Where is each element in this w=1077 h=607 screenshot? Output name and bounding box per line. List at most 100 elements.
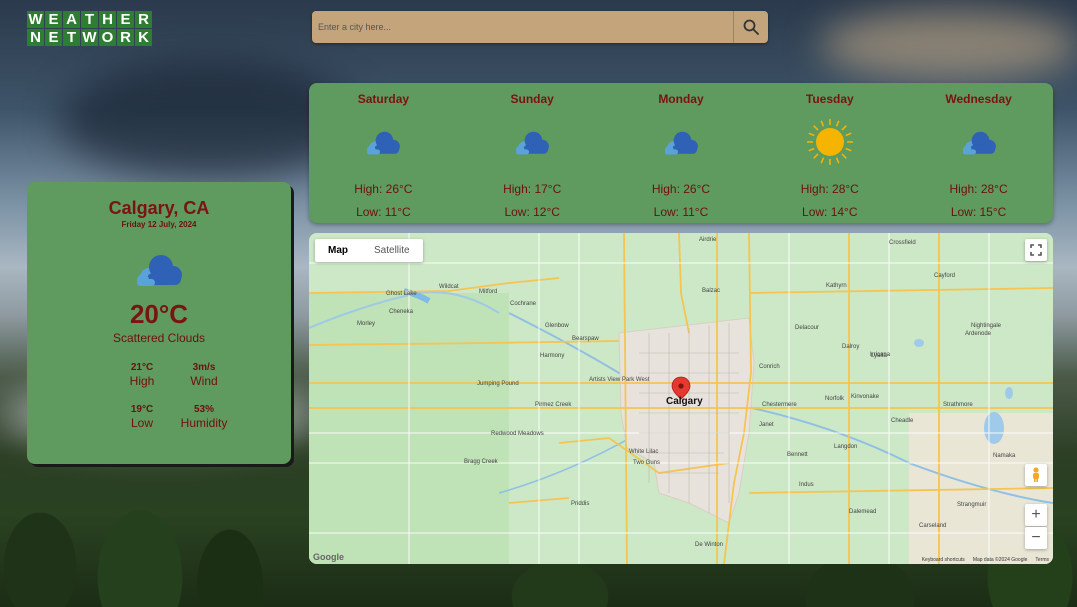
current-temperature: 20°C <box>129 299 189 329</box>
map-town-label: White Lilac <box>629 449 659 455</box>
forecast-low: Low: 11°C <box>653 205 709 219</box>
map-town-label: Redwood Meadows <box>491 431 544 437</box>
forecast-day-name: Tuesday <box>805 92 854 106</box>
zoom-out-button[interactable]: − <box>1025 527 1047 549</box>
map-town-label: Cayford <box>934 273 956 279</box>
forecast-day-name: Sunday <box>510 92 554 106</box>
terms-link[interactable]: Terms <box>1035 557 1049 563</box>
map-town-label: Bearspaw <box>572 336 599 342</box>
google-logo[interactable]: Google <box>313 552 344 562</box>
map-type-satellite-button[interactable]: Satellite <box>361 239 423 262</box>
high-label: High <box>129 374 155 388</box>
logo-letter: W <box>81 29 98 46</box>
map-town-label: Mitford <box>479 289 498 295</box>
fullscreen-icon <box>1030 244 1042 256</box>
forecast-day: Monday High: 26°C Low: 11°C <box>621 83 741 223</box>
wind-label: Wind <box>190 374 218 388</box>
map-type-map-button[interactable]: Map <box>315 239 361 262</box>
cloud-icon <box>472 120 592 164</box>
map-town-label: Kinvonake <box>851 394 880 400</box>
current-weather-card: Calgary, CA Friday 12 July, 2024 20°C Sc… <box>27 182 291 464</box>
city-name: Calgary, CA <box>108 198 210 218</box>
map-town-label: Two Guns <box>633 460 661 466</box>
zoom-in-button[interactable]: + <box>1025 504 1047 526</box>
forecast-day-name: Saturday <box>357 92 410 106</box>
map-view[interactable]: Calgary Airdrie Crossfield Cayford Ghost La… <box>309 233 1053 564</box>
forecast-low: Low: 15°C <box>950 205 1007 219</box>
cloud-icon <box>323 120 443 164</box>
forecast-day: Wednesday High: 28°C Low: 15°C <box>919 83 1039 223</box>
low-stat: 19°C Low <box>111 404 173 430</box>
logo-letter: E <box>45 11 62 28</box>
map-town-label: Dalroy <box>842 344 860 350</box>
keyboard-shortcuts-link[interactable]: Keyboard shortcuts <box>922 557 965 563</box>
logo-letter: T <box>81 11 98 28</box>
map-town-label: Ghost Lake <box>386 291 417 297</box>
map-town-label: Strathmore <box>943 402 973 408</box>
forecast-day: Tuesday High: 28°C Low: 14°C <box>770 83 890 223</box>
logo-letter: K <box>135 29 152 46</box>
fullscreen-button[interactable] <box>1025 239 1047 261</box>
map-town-label: Janet <box>759 422 774 428</box>
map-town-label: Namaka <box>993 453 1016 459</box>
map-town-label: Cheadle <box>891 418 914 424</box>
map-town-label: Pirmez Creek <box>535 402 572 408</box>
city-search-input[interactable] <box>312 11 733 43</box>
map-town-label: Ardenode <box>965 331 992 337</box>
cloud-decoration <box>820 10 1077 80</box>
search-bar <box>312 11 768 43</box>
map-town-label: Morley <box>357 321 376 327</box>
logo-letter: T <box>63 29 80 46</box>
forecast-day-name: Wednesday <box>945 92 1012 106</box>
logo-letter: O <box>99 29 116 46</box>
map-town-label: Kathyrn <box>826 283 847 289</box>
map-footer: Keyboard shortcuts Map data ©2024 Google… <box>922 557 1049 563</box>
map-type-control: Map Satellite <box>315 239 423 262</box>
map-town-label: Indus <box>799 482 814 488</box>
cloud-icon <box>919 120 1039 164</box>
map-town-label: Balzac <box>702 288 721 294</box>
humidity-stat: 53% Humidity <box>173 404 235 430</box>
search-icon <box>743 19 759 35</box>
map-town-label: Lyalta <box>871 353 887 359</box>
map-town-label: Glenbow <box>545 323 569 329</box>
map-town-label: Langdon <box>834 444 858 450</box>
forecast-high: High: 28°C <box>949 182 1008 196</box>
map-town-label: Delacour <box>795 325 820 331</box>
cloud-icon <box>129 249 189 289</box>
map-town-label: De Winton <box>695 542 724 548</box>
map-town-label: Conrich <box>759 364 780 370</box>
forecast-low: Low: 12°C <box>504 205 560 219</box>
forecast-panel: Saturday High: 26°C Low: 11°C Sunday High: 1… <box>309 83 1053 223</box>
weather-network-logo[interactable]: WEATHERNETWORK <box>27 11 152 46</box>
search-button[interactable] <box>733 11 768 43</box>
map-town-label: Nightingale <box>971 323 1002 329</box>
forecast-high: High: 28°C <box>800 182 859 196</box>
forecast-day: Saturday High: 26°C Low: 11°C <box>323 83 443 223</box>
logo-letter: H <box>99 11 116 28</box>
map-town-label: Priddis <box>571 501 590 507</box>
forecast-high: High: 26°C <box>354 182 413 196</box>
pegman-button[interactable] <box>1025 464 1047 486</box>
map-town-label: Dalemead <box>849 509 877 515</box>
logo-letter: R <box>135 11 152 28</box>
map-town-label: Strangmuir <box>957 502 987 508</box>
forecast-high: High: 26°C <box>651 182 711 196</box>
weather-stats: 21°C High 3m/s Wind 19°C Low 53% Humidit… <box>111 362 291 430</box>
weather-description: Scattered Clouds <box>112 331 206 345</box>
map-town-label: Airdrie <box>699 237 717 243</box>
logo-letter: E <box>117 11 134 28</box>
map-town-label: Bennett <box>787 452 808 458</box>
forecast-day: Sunday High: 17°C Low: 12°C <box>472 83 592 223</box>
current-date: Friday 12 July, 2024 <box>121 220 197 229</box>
humidity-value: 53% <box>193 404 214 415</box>
wind-value: 3m/s <box>192 362 216 373</box>
map-town-label: Chestermere <box>762 402 797 408</box>
map-town-label: Norfolk <box>825 396 845 402</box>
map-town-label: Cochrane <box>510 301 537 307</box>
map-town-label: Carseland <box>919 523 947 529</box>
logo-letter: R <box>117 29 134 46</box>
high-value: 21°C <box>130 362 154 373</box>
map-town-label: Bragg Creek <box>464 459 498 465</box>
logo-letter: W <box>27 11 44 28</box>
